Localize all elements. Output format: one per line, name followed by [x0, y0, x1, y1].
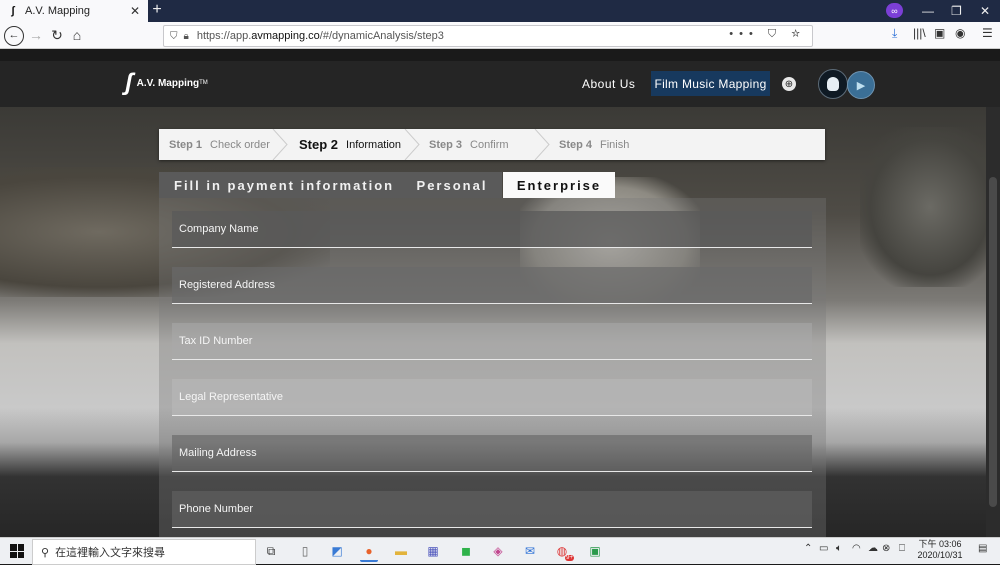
nav-about-us[interactable]: About Us: [582, 77, 635, 91]
file-icon[interactable]: ▯: [296, 542, 314, 560]
cloud-icon: ☁: [868, 543, 878, 554]
taskbar-search-placeholder: 在這裡輸入文字來搜尋: [55, 547, 166, 559]
back-button-icon[interactable]: ←: [4, 26, 24, 46]
enterprise-form-panel: [159, 198, 826, 537]
logo-text: A.V. Mapping: [136, 77, 200, 89]
step-check-order: Step 1 Check order: [169, 138, 270, 151]
tray-chevron-icon[interactable]: ⌃: [804, 543, 812, 554]
new-tab-button[interactable]: +: [150, 1, 164, 19]
chrome-icon[interactable]: ◍ 9+: [553, 542, 574, 561]
taskbar-clock[interactable]: 下午 03:06 2020/10/31: [912, 539, 968, 561]
checkout-steps: Step 1 Check order Step 2 Information St…: [159, 129, 825, 160]
firefox-icon[interactable]: ●: [360, 542, 378, 562]
close-tab-icon[interactable]: ✕: [130, 4, 140, 18]
page-scrollbar[interactable]: [986, 107, 1000, 537]
url-actions[interactable]: ••• ⛉ ☆: [729, 28, 806, 41]
photos-app-icon[interactable]: ◩: [328, 542, 346, 560]
menu-icon[interactable]: ☰: [982, 26, 993, 40]
user-avatar[interactable]: [818, 69, 848, 99]
browser-nav-bar: ← → ↻ ⌂ ⛉ 🔒︎ https://app.avmapping.co/#/…: [0, 22, 1000, 49]
notification-center-icon[interactable]: ▤: [978, 543, 987, 554]
payment-info-title: Fill in payment information: [159, 172, 402, 198]
tab-title: A.V. Mapping: [25, 5, 91, 17]
minimize-icon[interactable]: —: [922, 0, 934, 22]
account-icon[interactable]: ◉: [955, 26, 965, 40]
step-information: Step 2 Information: [299, 137, 402, 152]
forward-button-icon[interactable]: →: [27, 26, 45, 44]
search-icon: ⚲: [41, 546, 50, 559]
step-separator-icon: [534, 129, 550, 160]
wifi-icon[interactable]: ◠: [852, 543, 861, 554]
step-finish: Step 4 Finish: [559, 138, 630, 151]
spreadsheet-app-icon[interactable]: ▣: [586, 542, 604, 560]
av-logo-icon: ʃ: [11, 5, 15, 17]
camera-app-icon[interactable]: ◈: [489, 542, 507, 560]
line-app-icon[interactable]: ◼: [457, 542, 475, 560]
url-text: https://app.avmapping.co/#/dynamicAnalys…: [196, 30, 444, 42]
phone-number-field[interactable]: Phone Number: [172, 491, 812, 528]
browser-tab-bar: ʃ A.V. Mapping ✕ + ∞ — ❐ ✕: [0, 0, 1000, 22]
tab-enterprise[interactable]: Enterprise: [503, 172, 615, 198]
windows-taskbar: ⚲ 在這裡輸入文字來搜尋 ⧉ ▯ ◩ ● ▬ ▦ ◼ ◈ ✉ ◍ 9+ ▣ ⌃ ▭…: [0, 537, 1000, 565]
step-separator-icon: [404, 129, 420, 160]
home-icon[interactable]: ⌂: [68, 26, 86, 44]
lock-icon: 🔒︎: [183, 30, 189, 42]
clock-date: 2020/10/31: [917, 550, 963, 560]
mailing-address-field[interactable]: Mailing Address: [172, 435, 812, 472]
mail-icon[interactable]: ✉: [521, 542, 539, 560]
step-separator-icon: [272, 129, 288, 160]
close-window-icon[interactable]: ✕: [980, 0, 990, 22]
notification-badge: 9+: [565, 555, 574, 561]
taskbar-search-box[interactable]: ⚲ 在這裡輸入文字來搜尋: [32, 539, 256, 565]
url-bar[interactable]: ⛉ 🔒︎ https://app.avmapping.co/#/dynamicA…: [163, 25, 813, 47]
sidebar-icon[interactable]: ▣: [934, 26, 945, 40]
network-blocked-icon: ⊗: [882, 543, 891, 554]
battery-icon: ▭: [819, 543, 829, 554]
restore-icon[interactable]: ❐: [951, 0, 962, 22]
input-method-icon[interactable]: ⎕: [899, 543, 905, 554]
windows-start-icon[interactable]: [10, 544, 24, 558]
site-logo[interactable]: ʃ A.V. Mapping TM: [125, 69, 208, 96]
volume-icon[interactable]: 🔈︎: [836, 543, 842, 554]
logo-trademark: TM: [199, 80, 208, 86]
shield-icon: ⛉: [170, 30, 178, 42]
private-browsing-icon: ∞: [886, 3, 903, 18]
avatar-head-icon: [827, 77, 839, 91]
company-name-field[interactable]: Company Name: [172, 211, 812, 248]
video-camera-icon[interactable]: ▶: [847, 71, 875, 99]
clock-time: 下午 03:06: [918, 539, 962, 549]
language-globe-icon[interactable]: ⊕: [782, 77, 796, 91]
file-explorer-icon[interactable]: ▬: [392, 542, 410, 560]
browser-tab[interactable]: ʃ A.V. Mapping ✕: [0, 0, 148, 22]
library-icon[interactable]: |||\: [913, 26, 926, 40]
film-music-mapping-button[interactable]: Film Music Mapping: [651, 71, 770, 96]
registered-address-field[interactable]: Registered Address: [172, 267, 812, 304]
download-icon[interactable]: ⤓: [892, 26, 897, 41]
tab-personal[interactable]: Personal: [402, 172, 502, 198]
task-view-icon[interactable]: ⧉: [262, 542, 280, 560]
scrollbar-thumb[interactable]: [989, 177, 997, 507]
av-logo-mark-icon: ʃ: [125, 69, 133, 96]
teams-icon[interactable]: ▦: [424, 542, 442, 560]
legal-representative-field[interactable]: Legal Representative: [172, 379, 812, 416]
tax-id-field[interactable]: Tax ID Number: [172, 323, 812, 360]
reload-icon[interactable]: ↻: [48, 26, 66, 44]
step-confirm: Step 3 Confirm: [429, 138, 509, 151]
